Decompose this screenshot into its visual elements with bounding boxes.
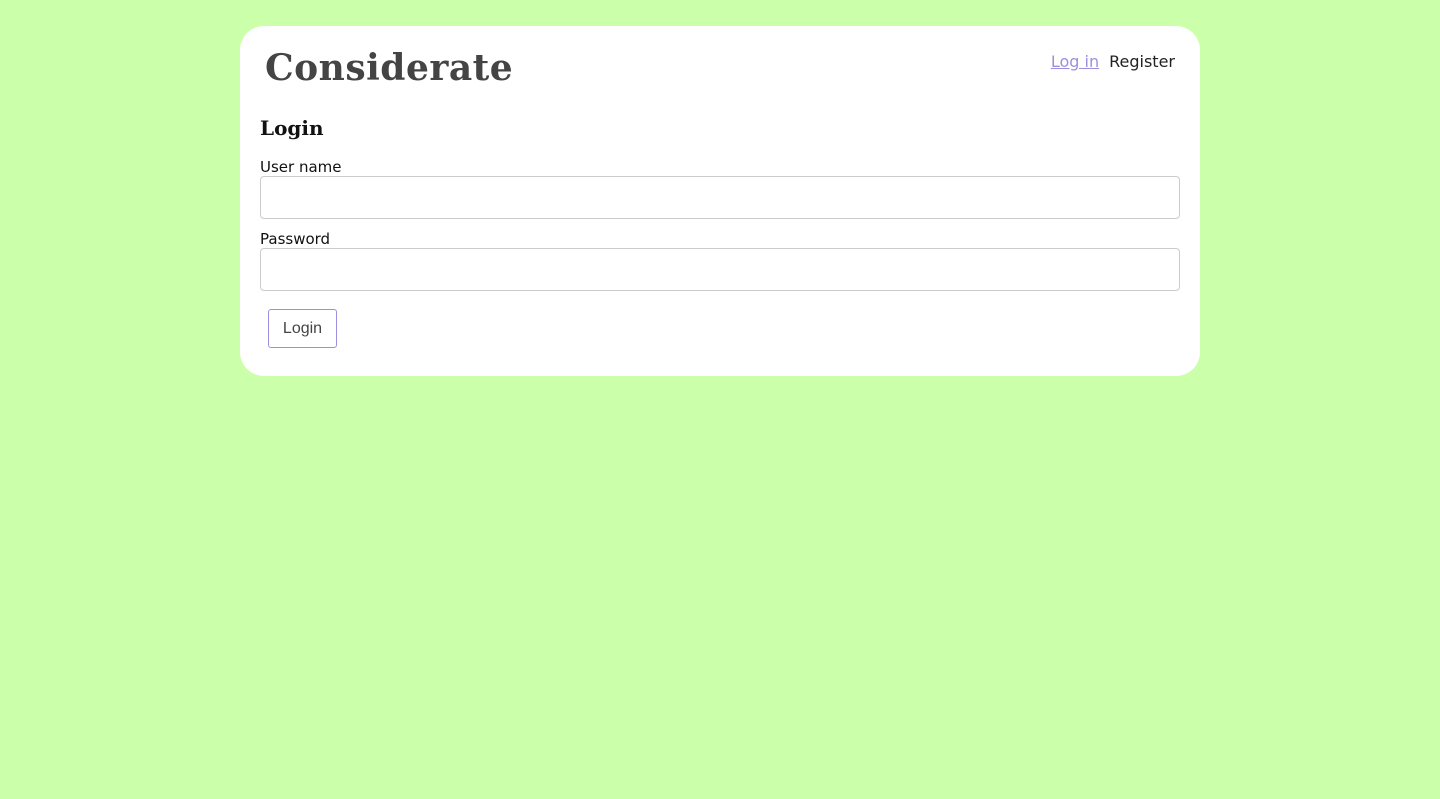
username-input[interactable] bbox=[260, 176, 1180, 219]
nav-link-log-in[interactable]: Log in bbox=[1051, 51, 1099, 73]
password-input[interactable] bbox=[260, 248, 1180, 291]
login-button[interactable]: Login bbox=[268, 309, 337, 348]
username-label: User name bbox=[260, 158, 342, 176]
password-label: Password bbox=[260, 230, 331, 248]
login-card: Considerate Log in Register Login User n… bbox=[240, 26, 1200, 376]
page-title: Login bbox=[260, 116, 324, 140]
site-logo[interactable]: Considerate bbox=[265, 44, 513, 92]
top-nav: Log in Register bbox=[1051, 51, 1175, 73]
nav-link-register[interactable]: Register bbox=[1109, 51, 1175, 73]
